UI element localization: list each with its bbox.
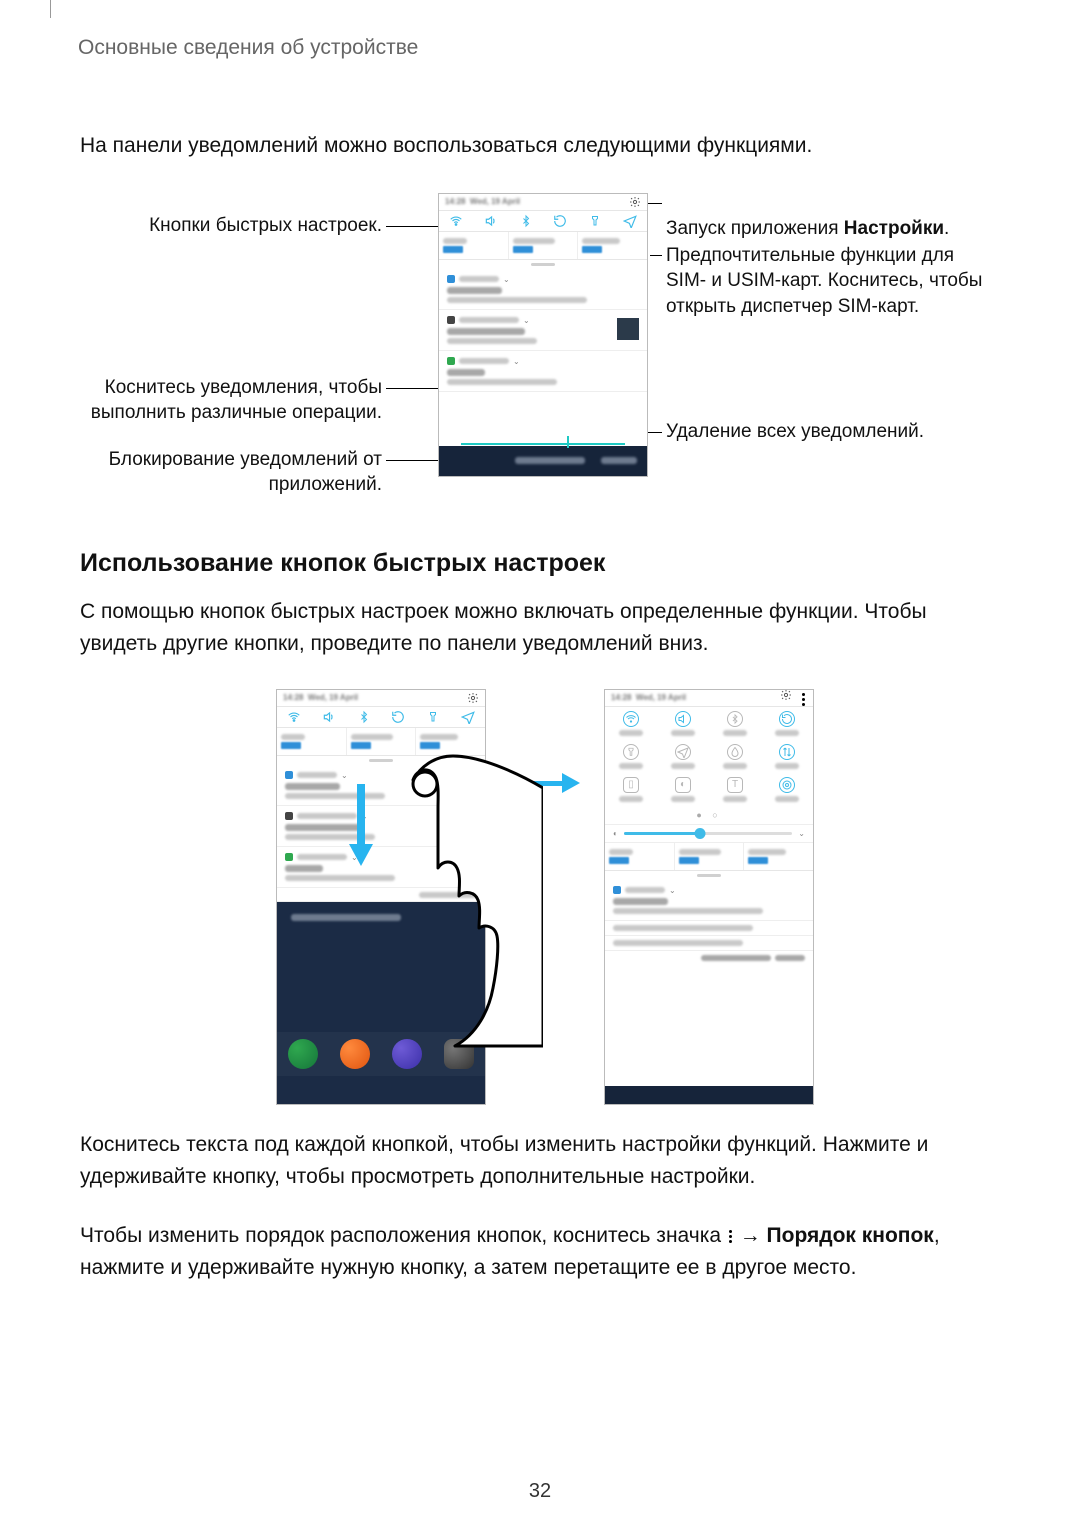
font-icon: T xyxy=(727,777,743,793)
quick-settings-row xyxy=(439,210,647,232)
messages-app-icon xyxy=(340,1039,370,1069)
bluelight-icon: ◐ xyxy=(675,777,691,793)
callout-tap-notification: Коснитесь уведомления, чтобы выполнить р… xyxy=(80,375,382,426)
figure-swipe-to-expand: 14:28 Wed, 19 April xyxy=(80,687,1000,1119)
bluetooth-icon xyxy=(346,710,381,724)
para3-pre: Чтобы изменить порядок расположения кноп… xyxy=(80,1224,727,1247)
running-head: Основные сведения об устройстве xyxy=(78,36,1000,60)
quick-settings-para3: Чтобы изменить порядок расположения кноп… xyxy=(80,1220,1000,1285)
power-saving-icon xyxy=(727,744,743,760)
wifi-icon xyxy=(439,214,474,228)
chevron-down-icon: ⌄ xyxy=(798,829,805,838)
callout-quick-buttons: Кнопки быстрых настроек. xyxy=(80,213,382,239)
flashlight-icon xyxy=(623,744,639,760)
notification-item: ⌄ xyxy=(439,310,647,351)
figure-annotated-panel: Кнопки быстрых настроек. Коснитесь уведо… xyxy=(80,189,1000,509)
notification-item: ⌄ xyxy=(439,351,647,392)
phone-mock-collapsed: 14:28 Wed, 19 April xyxy=(276,689,486,1105)
airplane-icon xyxy=(450,710,485,724)
para3-arrow: → xyxy=(734,1224,767,1247)
callout-open-settings-post: . xyxy=(944,218,949,239)
overflow-menu-icon xyxy=(729,1230,732,1243)
callout-open-settings-pre: Запуск приложения xyxy=(666,218,844,239)
brightness-icon: ◐ xyxy=(613,829,618,838)
notification-panel-mock: 14:28 Wed, 19 April xyxy=(438,193,648,477)
sound-icon xyxy=(312,710,347,724)
bluetooth-icon xyxy=(508,214,543,228)
rotate-icon xyxy=(381,710,416,724)
gear-icon xyxy=(467,692,479,704)
rotate-icon xyxy=(779,711,795,727)
phone-app-icon xyxy=(288,1039,318,1069)
airplane-icon xyxy=(675,744,691,760)
overflow-menu-icon xyxy=(802,693,805,706)
swipe-down-arrow-icon xyxy=(349,784,371,874)
arrow-right-icon xyxy=(510,773,585,793)
page-indicator: ● ○ xyxy=(605,806,813,824)
mobile-data-icon xyxy=(779,744,795,760)
bluetooth-icon xyxy=(727,711,743,727)
gear-icon xyxy=(780,689,792,701)
camera-app-icon xyxy=(444,1039,474,1069)
panel-bottom-bar xyxy=(439,446,647,476)
callout-clear-all: Удаление всех уведомлений. xyxy=(666,419,1006,445)
brightness-slider: ◐ ⌄ xyxy=(605,824,813,843)
browser-app-icon xyxy=(392,1039,422,1069)
sound-icon xyxy=(474,214,509,228)
callout-block-notifications: Блокирование уведомлений от приложений. xyxy=(80,447,382,498)
callout-sim-functions: Предпочтительные функции для SIM- и USIM… xyxy=(666,243,1016,320)
section-heading-quick-settings: Использование кнопок быстрых настроек xyxy=(80,549,1000,578)
airplane-icon xyxy=(612,214,647,228)
location-icon xyxy=(779,777,795,793)
rotate-icon xyxy=(543,214,578,228)
notification-item: ⌄ xyxy=(439,269,647,310)
para3-bold: Порядок кнопок xyxy=(767,1224,934,1247)
sound-icon xyxy=(675,711,691,727)
flashlight-icon xyxy=(416,710,451,724)
phone-mock-expanded: 14:28 Wed, 19 April ▯ ◐ xyxy=(604,689,814,1105)
quick-settings-para2: Коснитесь текста под каждой кнопкой, что… xyxy=(80,1129,1000,1194)
gear-icon xyxy=(629,196,641,208)
callout-open-settings: Запуск приложения Настройки. xyxy=(666,191,1006,242)
wifi-icon xyxy=(623,711,639,727)
flashlight-icon xyxy=(578,214,613,228)
sim-row xyxy=(439,232,647,260)
callout-open-settings-bold: Настройки xyxy=(844,218,944,239)
wifi-icon xyxy=(277,710,312,724)
quick-settings-para1: С помощью кнопок быстрых настроек можно … xyxy=(80,596,1000,661)
page-number: 32 xyxy=(0,1480,1080,1503)
performance-icon: ▯ xyxy=(623,777,639,793)
intro-paragraph: На панели уведомлений можно воспользоват… xyxy=(80,130,1000,163)
